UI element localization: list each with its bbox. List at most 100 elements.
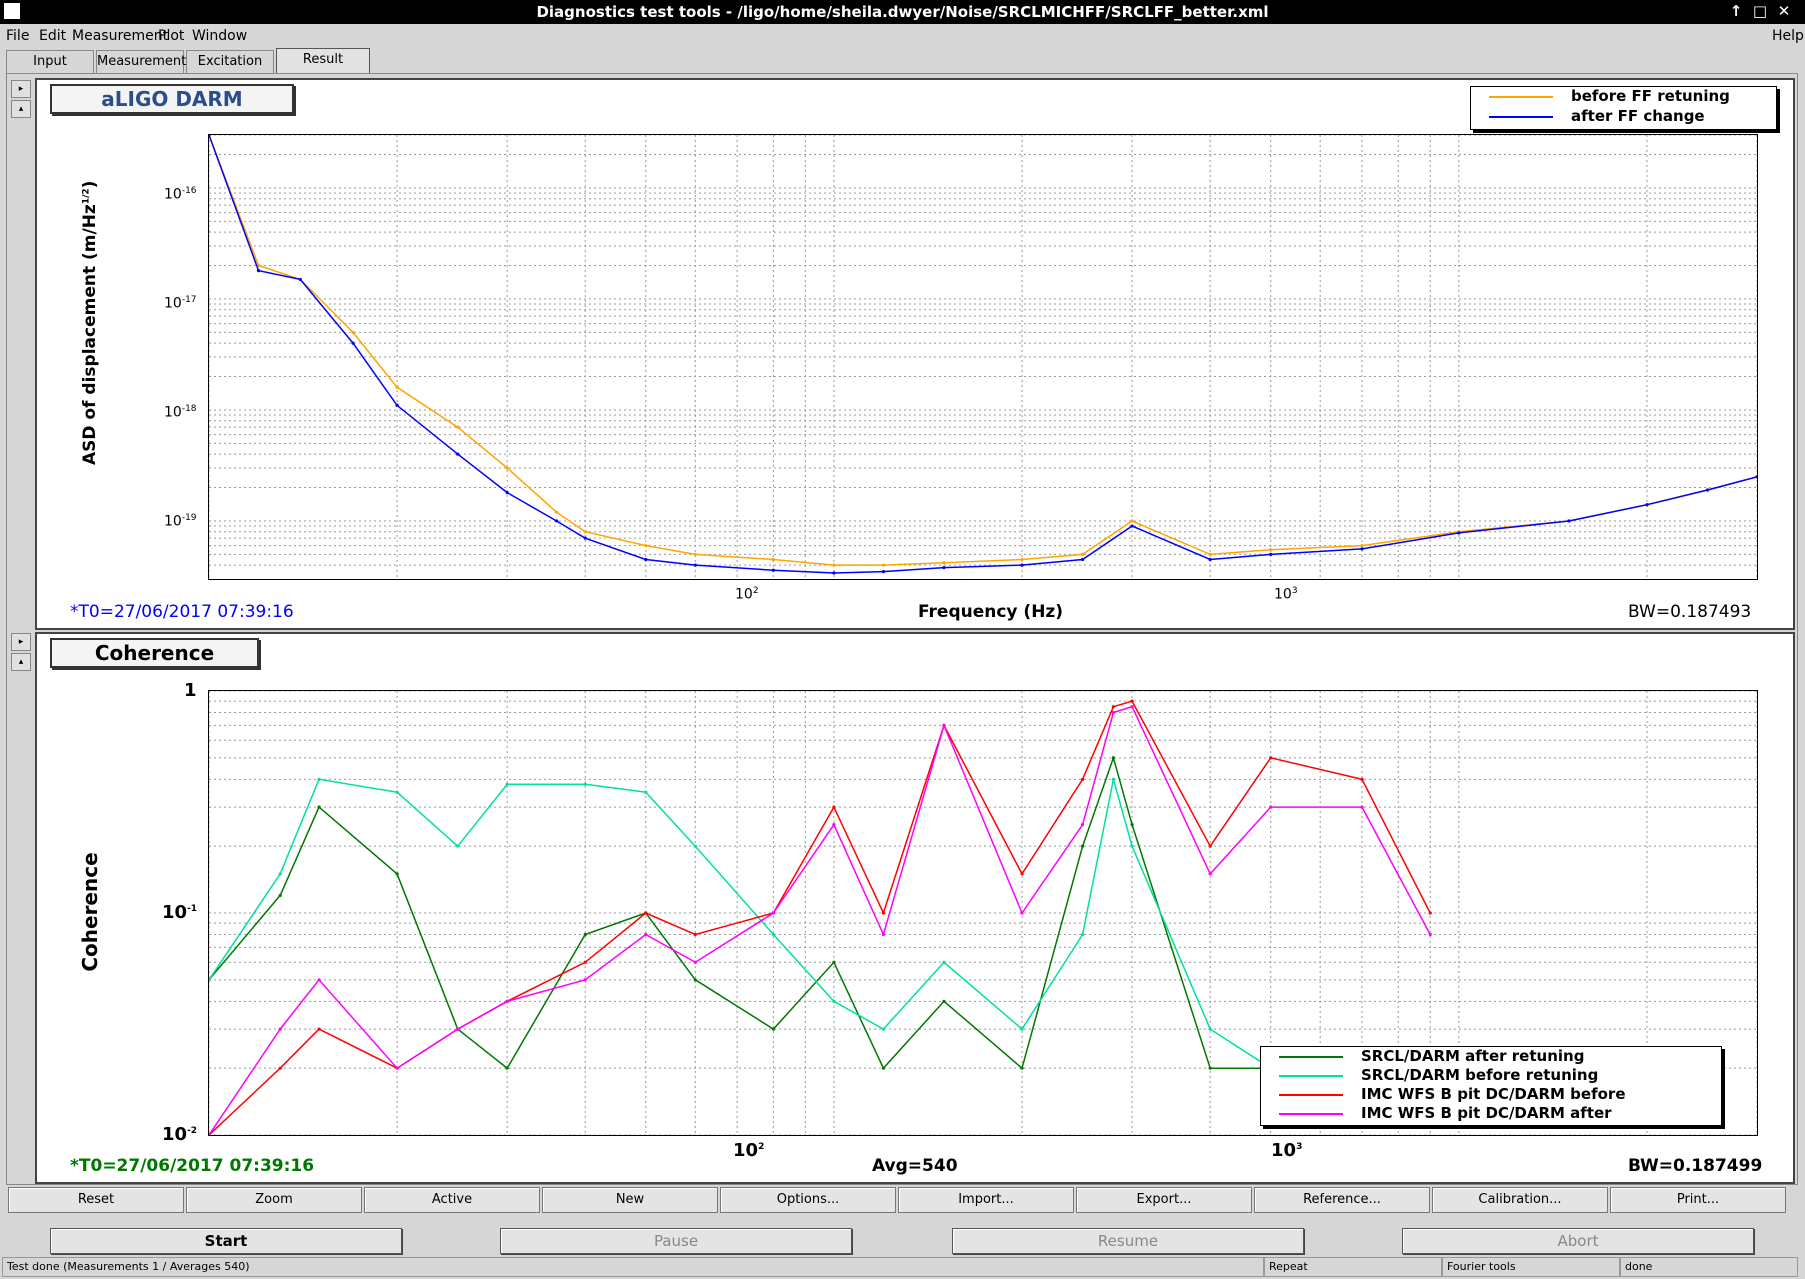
coherence-y-axis-label: Coherence (78, 852, 102, 972)
tab-measurement[interactable]: Measurement (96, 50, 186, 73)
legend-label: IMC WFS B pit DC/DARM after (1361, 1104, 1612, 1122)
pad1-expand-icon[interactable]: ▸ (11, 80, 31, 98)
data-point (832, 563, 836, 567)
data-point (771, 932, 775, 937)
y-tick-label: 10-18 (164, 404, 197, 421)
legend-label: IMC WFS B pit DC/DARM before (1361, 1085, 1626, 1103)
data-point (395, 1066, 399, 1070)
data-point (1111, 705, 1115, 709)
data-point (1269, 552, 1273, 556)
data-point (942, 561, 946, 565)
legend-swatch (1279, 1075, 1343, 1077)
coherence-legend: SRCL/DARM after retuning SRCL/DARM befor… (1260, 1046, 1722, 1126)
data-point (693, 563, 697, 567)
data-point (1020, 911, 1024, 915)
data-point (693, 960, 697, 964)
status-tool: Fourier tools (1442, 1257, 1620, 1277)
data-point (583, 932, 587, 937)
pad2-collapse-icon[interactable]: ▴ (11, 653, 31, 671)
zoom-button[interactable]: Zoom (186, 1187, 362, 1213)
export-button[interactable]: Export... (1076, 1187, 1252, 1213)
calibration-button[interactable]: Calibration... (1432, 1187, 1608, 1213)
x-tick-label: 103 (1271, 1140, 1303, 1161)
reference-button[interactable]: Reference... (1254, 1187, 1430, 1213)
data-point (644, 557, 648, 562)
menu-edit[interactable]: Edit (39, 28, 66, 44)
data-point (583, 960, 587, 964)
data-point (555, 510, 559, 514)
data-point (644, 543, 648, 548)
legend-label: after FF change (1571, 107, 1705, 125)
data-point (1705, 488, 1710, 492)
pause-button[interactable]: Pause (500, 1228, 852, 1254)
data-point (1208, 844, 1212, 848)
data-point (771, 568, 775, 572)
data-point (1130, 699, 1134, 703)
start-button[interactable]: Start (50, 1228, 402, 1254)
data-point (832, 823, 836, 827)
tab-excitation[interactable]: Excitation (186, 50, 274, 73)
data-point (832, 960, 836, 964)
maximize-window-icon[interactable]: □ (1750, 2, 1770, 20)
pad2-expand-icon[interactable]: ▸ (11, 633, 31, 651)
print-button[interactable]: Print... (1610, 1187, 1786, 1213)
menu-file[interactable]: File (6, 28, 29, 44)
resume-button[interactable]: Resume (952, 1228, 1304, 1254)
asd-plot-svg (209, 135, 1757, 579)
data-point (644, 790, 648, 794)
data-point (881, 569, 886, 574)
pad1-collapse-icon[interactable]: ▴ (11, 100, 31, 118)
import-button[interactable]: Import... (898, 1187, 1074, 1213)
legend-label: SRCL/DARM after retuning (1361, 1047, 1585, 1065)
close-window-icon[interactable]: ✕ (1774, 2, 1794, 20)
data-point (1130, 705, 1134, 709)
data-point (1130, 524, 1134, 528)
options-button[interactable]: Options... (720, 1187, 896, 1213)
new-button[interactable]: New (542, 1187, 718, 1213)
y-tick-label: 10-1 (162, 902, 198, 923)
series-line-2 (209, 700, 1431, 1135)
data-point (209, 135, 211, 137)
asd-plot-area[interactable] (208, 134, 1758, 580)
raise-window-icon[interactable]: ↑ (1726, 2, 1746, 20)
data-point (1360, 543, 1364, 548)
menu-window[interactable]: Window (192, 28, 247, 44)
data-point (693, 978, 697, 982)
asd-plot-title: aLIGO DARM (50, 84, 294, 114)
data-point (1020, 557, 1024, 562)
data-point (771, 1027, 775, 1031)
data-point (351, 330, 355, 334)
status-message: Test done (Measurements 1 / Averages 540… (2, 1257, 1264, 1277)
data-point (942, 566, 946, 570)
data-point (583, 536, 587, 540)
data-point (1020, 1066, 1024, 1070)
data-point (395, 872, 399, 876)
data-point (1269, 805, 1273, 809)
data-point (505, 466, 509, 470)
legend-swatch (1279, 1113, 1343, 1115)
tab-result[interactable]: Result (276, 48, 370, 75)
data-point (1457, 531, 1461, 535)
abort-button[interactable]: Abort (1402, 1228, 1754, 1254)
data-point (317, 805, 321, 809)
data-point (351, 341, 355, 345)
menu-plot[interactable]: Plot (158, 28, 184, 44)
reset-button[interactable]: Reset (8, 1187, 184, 1213)
menu-help[interactable]: Help (1772, 28, 1804, 44)
data-point (317, 777, 321, 781)
data-point (881, 1027, 886, 1031)
data-point (278, 1066, 282, 1070)
data-point (693, 844, 697, 848)
data-point (881, 911, 886, 915)
data-point (1080, 823, 1085, 827)
tab-input[interactable]: Input (6, 50, 94, 73)
data-point (1080, 777, 1085, 781)
data-point (583, 978, 587, 982)
data-point (1208, 1027, 1212, 1031)
data-point (832, 999, 836, 1003)
data-point (1428, 932, 1432, 937)
series-line-3 (209, 705, 1431, 1135)
active-button[interactable]: Active (364, 1187, 540, 1213)
menu-measurement[interactable]: Measurement (72, 28, 168, 44)
data-point (1111, 756, 1115, 760)
